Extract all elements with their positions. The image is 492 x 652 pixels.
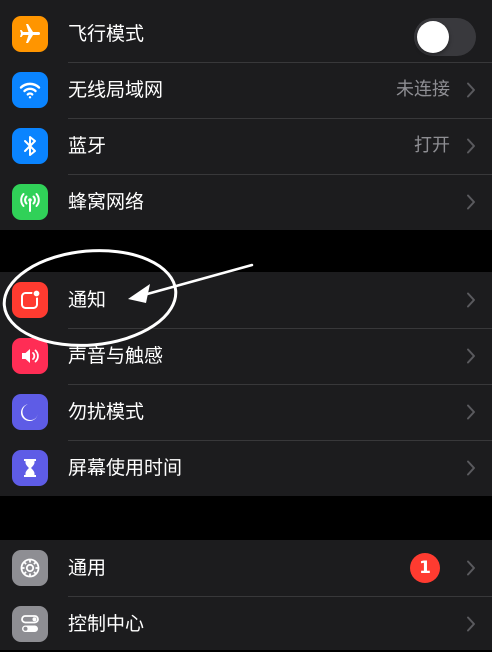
airplane-mode-toggle[interactable] [414,18,476,56]
cellular-label: 蜂窝网络 [68,191,145,213]
toggle-knob [417,21,449,53]
moon-icon [12,394,48,430]
wifi-label: 无线局域网 [68,79,164,101]
chevron-right-icon [466,560,476,576]
sounds-row[interactable]: 声音与触感 [0,328,492,384]
bluetooth-icon [12,128,48,164]
general-label: 通用 [68,557,107,579]
gear-icon [12,550,48,586]
bluetooth-label: 蓝牙 [68,135,107,157]
airplane-mode-row[interactable]: 飞行模式 [0,6,492,62]
chevron-right-icon [466,348,476,364]
wifi-status: 未连接 [396,79,450,100]
chevron-right-icon [466,82,476,98]
settings-group-connectivity: 飞行模式 无线局域网 未连接 蓝牙 打开 蜂窝网络 [0,0,492,230]
chevron-right-icon [466,292,476,308]
chevron-right-icon [466,404,476,420]
chevron-right-icon [466,194,476,210]
switches-icon [12,606,48,642]
sounds-label: 声音与触感 [68,345,164,367]
settings-group-general: 通用 1 控制中心 [0,540,492,650]
bluetooth-row[interactable]: 蓝牙 打开 [0,118,492,174]
airplane-mode-label: 飞行模式 [68,23,145,45]
antenna-icon [12,184,48,220]
chevron-right-icon [466,138,476,154]
control-center-label: 控制中心 [68,613,145,635]
cellular-row[interactable]: 蜂窝网络 [0,174,492,230]
update-badge: 1 [410,553,440,583]
bluetooth-status: 打开 [414,135,450,156]
speaker-icon [12,338,48,374]
wifi-row[interactable]: 无线局域网 未连接 [0,62,492,118]
control-center-row[interactable]: 控制中心 [0,596,492,652]
chevron-right-icon [466,460,476,476]
settings-group-notifications: 通知 声音与触感 勿扰模式 屏幕使用时间 [0,272,492,496]
do-not-disturb-row[interactable]: 勿扰模式 [0,384,492,440]
hourglass-icon [12,450,48,486]
chevron-right-icon [466,616,476,632]
do-not-disturb-label: 勿扰模式 [68,401,145,423]
screen-time-row[interactable]: 屏幕使用时间 [0,440,492,496]
wifi-icon [12,72,48,108]
notifications-label: 通知 [68,289,107,311]
general-row[interactable]: 通用 1 [0,540,492,596]
screen-time-label: 屏幕使用时间 [68,457,183,479]
airplane-icon [12,16,48,52]
notification-icon [12,282,48,318]
notifications-row[interactable]: 通知 [0,272,492,328]
